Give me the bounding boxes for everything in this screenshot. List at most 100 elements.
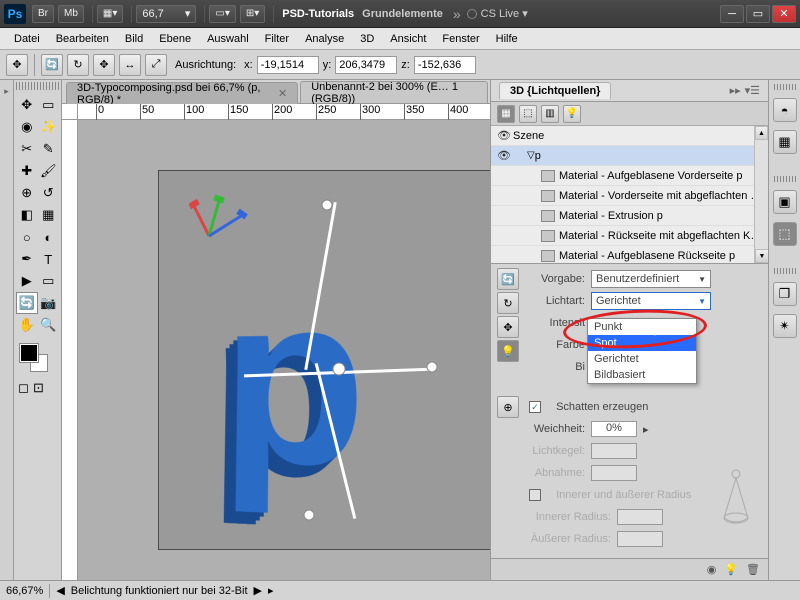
panel-collapse-icon[interactable]: ▸▸: [730, 84, 741, 97]
color-swatches[interactable]: [16, 344, 59, 376]
lichtart-dropdown[interactable]: Gerichtet▼: [591, 292, 711, 310]
scene-row[interactable]: 👁▽ p: [491, 146, 768, 166]
scroll-down-icon[interactable]: ▼: [755, 249, 768, 263]
brush-tool-icon[interactable]: 🖌: [38, 160, 60, 182]
quickmask-icon[interactable]: ◻: [16, 380, 31, 395]
weichheit-field[interactable]: 0%: [591, 421, 637, 437]
menu-bild[interactable]: Bild: [117, 33, 151, 45]
menu-item-gerichtet[interactable]: Gerichtet: [588, 351, 696, 367]
light-add-icon[interactable]: ⊕: [497, 396, 519, 418]
3d-object-tool-icon[interactable]: 🔄: [16, 292, 38, 314]
minibridge-button[interactable]: Mb: [58, 5, 84, 23]
filter-material-icon[interactable]: ▥: [541, 105, 559, 123]
color-panel-icon[interactable]: ◓: [773, 98, 797, 122]
filter-light-icon[interactable]: 💡: [563, 105, 581, 123]
menu-filter[interactable]: Filter: [257, 33, 297, 45]
ruler-horizontal[interactable]: 050100150200250300350400450: [62, 104, 490, 120]
scene-row[interactable]: 👁Szene: [491, 126, 768, 146]
panel-tab-3d[interactable]: 3D {Lichtquellen} ▸▸▾☰: [491, 80, 768, 102]
layers-panel-icon[interactable]: ❐: [773, 282, 797, 306]
3d-rotate-icon[interactable]: 🔄: [41, 54, 63, 76]
screenmode-tool-icon[interactable]: ⊡: [31, 380, 46, 395]
eraser-tool-icon[interactable]: ◧: [16, 204, 38, 226]
scene-row[interactable]: Material - Rückseite mit abgeflachten K…: [491, 226, 768, 246]
weichheit-flyout-icon[interactable]: ▸: [643, 423, 649, 436]
hand-tool-icon[interactable]: ✋: [16, 314, 38, 336]
arrange-docs-button[interactable]: ⊞▾: [240, 5, 265, 23]
view-extras-button[interactable]: ▭▾: [209, 5, 235, 23]
stamp-tool-icon[interactable]: ⊕: [16, 182, 38, 204]
filter-scene-icon[interactable]: ▦: [497, 105, 515, 123]
lasso-tool-icon[interactable]: ◉: [16, 116, 38, 138]
scroll-up-icon[interactable]: ▲: [755, 126, 768, 140]
doc-tab-2[interactable]: Unbenannt-2 bei 300% (E… 1 (RGB/8)): [300, 81, 488, 103]
doc-tab-1[interactable]: 3D-Typocomposing.psd bei 66,7% (p, RGB/8…: [66, 82, 298, 104]
shape-tool-icon[interactable]: ▭: [38, 270, 60, 292]
move-tool-icon[interactable]: ✥: [16, 94, 38, 116]
status-menu-icon[interactable]: ▸: [268, 584, 274, 597]
menu-datei[interactable]: Datei: [6, 33, 48, 45]
menu-fenster[interactable]: Fenster: [434, 33, 487, 45]
3d-slide-icon[interactable]: ↔: [119, 54, 141, 76]
history-brush-icon[interactable]: ↺: [38, 182, 60, 204]
adjustments-panel-icon[interactable]: ▣: [773, 190, 797, 214]
canvas[interactable]: p: [158, 170, 490, 550]
menu-item-bildbasiert[interactable]: Bildbasiert: [588, 367, 696, 383]
zoom-tool-icon[interactable]: 🔍: [38, 314, 60, 336]
cs-live-button[interactable]: CS Live ▾: [467, 7, 528, 20]
scene-row[interactable]: Material - Aufgeblasene Vorderseite p: [491, 166, 768, 186]
zoom-level-field[interactable]: 66,7▾: [136, 5, 196, 23]
blur-tool-icon[interactable]: ○: [16, 226, 38, 248]
wand-tool-icon[interactable]: ✨: [38, 116, 60, 138]
y-field[interactable]: 206,3479: [335, 56, 397, 74]
3d-scale-icon[interactable]: ⤢: [145, 54, 167, 76]
3d-panel-icon[interactable]: ⬚: [773, 222, 797, 246]
type-tool-icon[interactable]: T: [38, 248, 60, 270]
light-pan-icon[interactable]: ✥: [497, 316, 519, 338]
menu-bearbeiten[interactable]: Bearbeiten: [48, 33, 117, 45]
z-field[interactable]: -152,636: [414, 56, 476, 74]
eyedropper-tool-icon[interactable]: ✎: [38, 138, 60, 160]
3d-pan-icon[interactable]: ✥: [93, 54, 115, 76]
menu-hilfe[interactable]: Hilfe: [488, 33, 526, 45]
delete-light-icon[interactable]: 🗑: [746, 563, 760, 576]
3d-camera-tool-icon[interactable]: 📷: [38, 292, 60, 314]
menu-auswahl[interactable]: Auswahl: [199, 33, 257, 45]
crop-tool-icon[interactable]: ✂: [16, 138, 38, 160]
scene-scrollbar[interactable]: ▲ ▼: [754, 126, 768, 263]
minimize-button[interactable]: ─: [720, 5, 744, 23]
light-rotate-icon[interactable]: 🔄: [497, 268, 519, 290]
gradient-tool-icon[interactable]: ▦: [38, 204, 60, 226]
close-button[interactable]: ✕: [772, 5, 796, 23]
panel-menu-icon[interactable]: ▾☰: [745, 84, 760, 97]
status-prev-icon[interactable]: ◀: [56, 584, 64, 597]
scene-row[interactable]: Material - Vorderseite mit abgeflachten …: [491, 186, 768, 206]
vorgabe-dropdown[interactable]: Benutzerdefiniert▼: [591, 270, 711, 288]
menu-3d[interactable]: 3D: [352, 33, 382, 45]
pen-tool-icon[interactable]: ✒: [16, 248, 38, 270]
status-next-icon[interactable]: ▶: [254, 584, 262, 597]
toggle-lights-icon[interactable]: ◉: [707, 563, 717, 576]
menu-analyse[interactable]: Analyse: [297, 33, 352, 45]
menu-ansicht[interactable]: Ansicht: [382, 33, 434, 45]
menu-item-spot[interactable]: Spot↖: [588, 335, 696, 351]
heal-tool-icon[interactable]: ✚: [16, 160, 38, 182]
schatten-checkbox[interactable]: ✓: [529, 401, 541, 413]
menu-item-punkt[interactable]: Punkt: [588, 319, 696, 335]
ruler-vertical[interactable]: [62, 120, 78, 580]
fg-swatch[interactable]: [20, 344, 38, 362]
path-select-icon[interactable]: ▶: [16, 270, 38, 292]
menu-ebene[interactable]: Ebene: [151, 33, 199, 45]
workspace-more[interactable]: »: [453, 6, 461, 22]
dodge-tool-icon[interactable]: ◐: [38, 226, 60, 248]
screen-mode-button[interactable]: ▦▾: [97, 5, 123, 23]
scene-row[interactable]: Material - Aufgeblasene Rückseite p: [491, 246, 768, 264]
filter-mesh-icon[interactable]: ⬚: [519, 105, 537, 123]
marquee-tool-icon[interactable]: ▭: [38, 94, 60, 116]
lichtart-menu[interactable]: Punkt Spot↖ Gerichtet Bildbasiert: [587, 318, 697, 384]
current-tool-icon[interactable]: ✥: [6, 54, 28, 76]
canvas-viewport[interactable]: p: [78, 120, 490, 580]
bridge-button[interactable]: Br: [32, 5, 54, 23]
workspace-active[interactable]: PSD-Tutorials: [282, 8, 354, 20]
light-point-icon[interactable]: 💡: [497, 340, 519, 362]
